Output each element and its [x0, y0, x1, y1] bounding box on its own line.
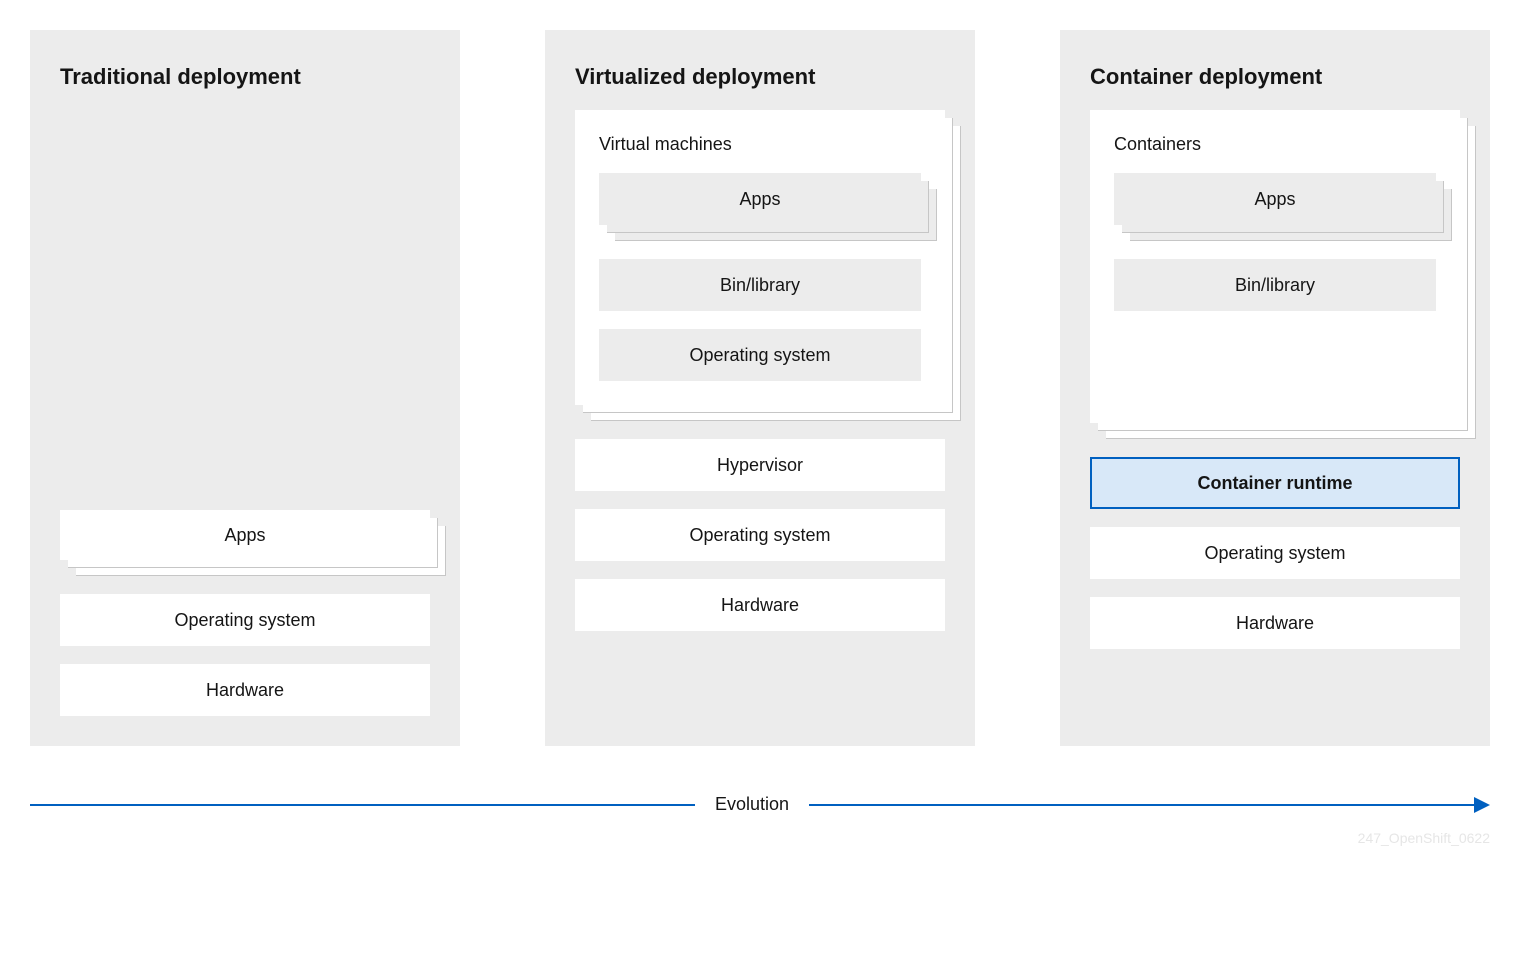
evolution-label: Evolution: [695, 794, 809, 815]
box-hardware-virtualized: Hardware: [575, 579, 945, 631]
box-os-traditional: Operating system: [60, 594, 430, 646]
deployment-columns: Traditional deployment Apps Operating sy…: [0, 30, 1520, 746]
box-os-virtualized: Operating system: [575, 509, 945, 561]
arrow-line-right: [809, 804, 1474, 806]
column-virtualized: Virtualized deployment Virtual machines …: [545, 30, 975, 746]
box-vm-bin: Bin/library: [599, 259, 921, 311]
box-vm-apps: Apps: [599, 173, 921, 225]
arrow-head-icon: [1474, 797, 1490, 813]
vm-stack: Virtual machines Apps Bin/library Operat…: [575, 110, 945, 405]
box-os-container: Operating system: [1090, 527, 1460, 579]
spacer: [60, 110, 430, 510]
box-hypervisor: Hypervisor: [575, 439, 945, 491]
box-container-bin: Bin/library: [1114, 259, 1436, 311]
container-stack: Containers Apps Bin/library: [1090, 110, 1460, 423]
container-card: Containers Apps Bin/library: [1090, 110, 1460, 423]
column-container: Container deployment Containers Apps Bin…: [1060, 30, 1490, 746]
box-hardware-container: Hardware: [1090, 597, 1460, 649]
vm-card-title: Virtual machines: [599, 134, 921, 155]
box-container-apps: Apps: [1114, 173, 1436, 225]
column-title-virtualized: Virtualized deployment: [575, 64, 945, 90]
box-hardware-traditional: Hardware: [60, 664, 430, 716]
box-apps: Apps: [60, 510, 430, 560]
column-traditional: Traditional deployment Apps Operating sy…: [30, 30, 460, 746]
box-container-runtime: Container runtime: [1090, 457, 1460, 509]
container-card-filler: [1114, 329, 1436, 399]
box-vm-os: Operating system: [599, 329, 921, 381]
vm-card: Virtual machines Apps Bin/library Operat…: [575, 110, 945, 405]
container-apps-stack: Apps: [1114, 173, 1436, 225]
apps-stack-traditional: Apps: [60, 510, 430, 560]
container-card-title: Containers: [1114, 134, 1436, 155]
arrow-line-left: [30, 804, 695, 806]
vm-apps-stack: Apps: [599, 173, 921, 225]
column-title-container: Container deployment: [1090, 64, 1460, 90]
column-title-traditional: Traditional deployment: [60, 64, 430, 90]
watermark: 247_OpenShift_0622: [1358, 830, 1490, 846]
evolution-arrow: Evolution: [30, 794, 1490, 815]
